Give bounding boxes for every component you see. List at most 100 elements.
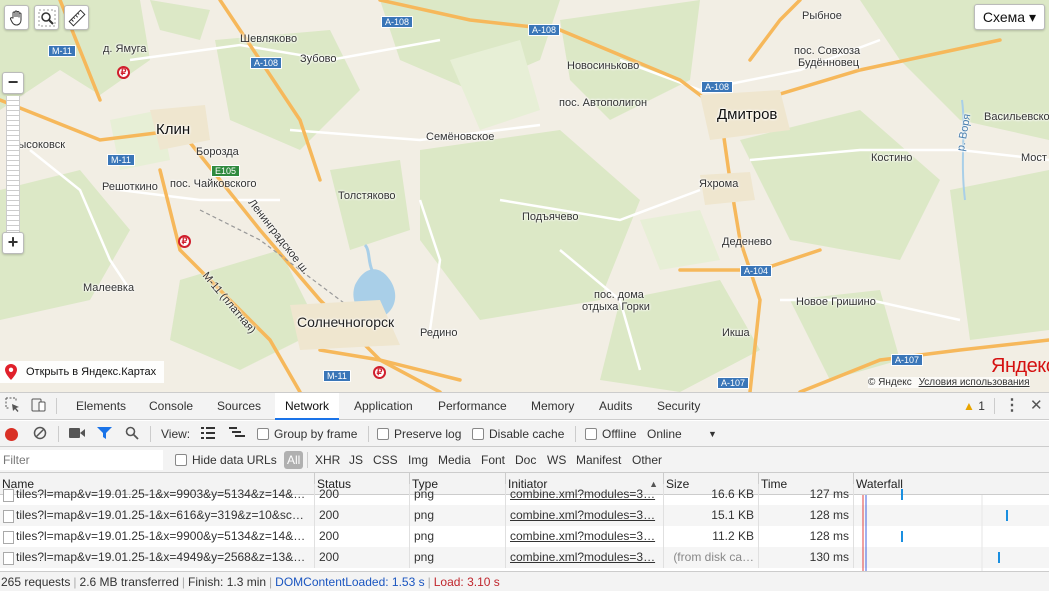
cell-status: 200: [315, 547, 410, 568]
place-avtopoligon: пос. Автополигон: [559, 97, 648, 109]
warnings-count: 1: [978, 399, 985, 413]
group-by-frame-checkbox[interactable]: Group by frame: [257, 421, 357, 447]
cell-size: 16.6 KB: [664, 484, 759, 505]
ruler-icon: [68, 9, 85, 26]
place-novosinkovo: Новосиньково: [567, 60, 640, 72]
divider: [56, 398, 57, 414]
place-sovkhoz: пос. Совхоза: [794, 45, 861, 57]
open-in-yandex-maps-link[interactable]: Открыть в Яндекс.Картах: [0, 361, 165, 383]
map-type-dropdown[interactable]: Схема ▾: [973, 4, 1045, 30]
drag-hand-button[interactable]: [4, 5, 29, 30]
filter-toggle-button[interactable]: [97, 421, 112, 447]
place-klin: Клин: [156, 121, 191, 138]
tab-audits[interactable]: Audits: [599, 393, 632, 420]
clear-icon: [33, 426, 47, 440]
yandex-map[interactable]: Клин Дмитров Солнечногорск Шевляково Зуб…: [0, 0, 1049, 392]
tab-network[interactable]: Network: [275, 393, 340, 420]
tab-memory[interactable]: Memory: [531, 393, 574, 420]
cell-initiator[interactable]: combine.xml?modules=3…: [506, 526, 664, 547]
record-icon[interactable]: [5, 428, 18, 441]
waterfall-view-icon: [229, 427, 245, 437]
domcontentloaded-time: DOMContentLoaded: 1.53 s: [275, 575, 425, 589]
group-by-frame-label: Group by frame: [274, 427, 358, 441]
clear-button[interactable]: [33, 421, 47, 447]
disable-cache-checkbox[interactable]: Disable cache: [472, 421, 564, 447]
throttling-select[interactable]: Online ▼: [647, 421, 719, 447]
filter-type-xhr[interactable]: XHR: [315, 451, 340, 469]
zoom-in-button[interactable]: +: [2, 232, 24, 254]
tab-elements[interactable]: Elements: [76, 393, 126, 420]
filter-type-css[interactable]: CSS: [373, 451, 398, 469]
divider: [575, 426, 576, 442]
toll-icon: ₽: [117, 66, 130, 79]
filter-input[interactable]: [0, 450, 163, 470]
device-mode-icon: [31, 398, 46, 412]
filter-type-media[interactable]: Media: [438, 451, 471, 469]
requests-count: 265 requests: [1, 575, 71, 589]
overview-button[interactable]: [229, 421, 245, 447]
magnifier-icon: [38, 9, 55, 26]
zoom-slider[interactable]: [6, 96, 20, 232]
tab-sources[interactable]: Sources: [217, 393, 261, 420]
cell-initiator[interactable]: combine.xml?modules=3…: [506, 505, 664, 526]
tab-application[interactable]: Application: [354, 393, 413, 420]
hide-data-urls-checkbox[interactable]: Hide data URLs: [175, 447, 277, 473]
close-devtools-icon[interactable]: ✕: [1030, 393, 1043, 419]
filter-type-other[interactable]: Other: [632, 451, 662, 469]
offline-checkbox[interactable]: Offline: [585, 421, 636, 447]
ruler-button[interactable]: [64, 5, 89, 30]
table-row[interactable]: tiles?l=map&v=19.01.25-1&x=9900&y=5134&z…: [0, 526, 1049, 547]
hand-icon: [9, 10, 21, 26]
filter-type-manifest[interactable]: Manifest: [576, 451, 621, 469]
network-filter-bar: Hide data URLs All XHR JS CSS Img Media …: [0, 447, 1049, 473]
filter-type-js[interactable]: JS: [349, 451, 363, 469]
filter-type-font[interactable]: Font: [481, 451, 505, 469]
cell-name: tiles?l=map&v=19.01.25-1&x=616&y=319&z=1…: [0, 505, 315, 526]
road-shield-e105: E105: [211, 165, 241, 177]
inspect-icon: [5, 397, 19, 412]
filter-type-img[interactable]: Img: [408, 451, 428, 469]
road-shield-a107: А-107: [717, 377, 750, 389]
filter-type-doc[interactable]: Doc: [515, 451, 536, 469]
terms-of-use-link[interactable]: Условия использования: [919, 377, 1030, 388]
cell-name: tiles?l=map&v=19.01.25-1&x=9900&y=5134&z…: [0, 526, 315, 547]
network-requests-table: Name Status Type Initiator ▲ Size Time W…: [0, 473, 1049, 571]
zoom-area-button[interactable]: [34, 5, 59, 30]
preserve-log-checkbox[interactable]: Preserve log: [377, 421, 461, 447]
capture-screenshots-button[interactable]: [69, 421, 85, 447]
cell-time: 128 ms: [759, 505, 854, 526]
checkbox: [585, 428, 597, 440]
filter-type-ws[interactable]: WS: [547, 451, 566, 469]
yandex-logo: Яндекс: [991, 355, 1049, 377]
divider: [58, 426, 59, 442]
filter-type-all[interactable]: All: [284, 451, 304, 469]
tab-security[interactable]: Security: [657, 393, 700, 420]
divider: [994, 398, 995, 414]
tab-console[interactable]: Console: [149, 393, 193, 420]
cell-type: png: [410, 484, 506, 505]
checkbox: [472, 428, 484, 440]
disable-cache-label: Disable cache: [489, 427, 565, 441]
device-toolbar-button[interactable]: [31, 397, 47, 415]
more-options-icon[interactable]: ⋮: [1004, 393, 1020, 419]
road-shield-a107: А-107: [891, 354, 924, 366]
table-row[interactable]: tiles?l=map&v=19.01.25-1&x=9903&y=5134&z…: [0, 484, 1049, 505]
zoom-out-button[interactable]: −: [2, 72, 24, 94]
search-button[interactable]: [125, 421, 139, 447]
cell-initiator[interactable]: combine.xml?modules=3…: [506, 547, 664, 568]
cell-status: 200: [315, 484, 410, 505]
toll-icon: ₽: [373, 366, 386, 379]
cell-type: png: [410, 547, 506, 568]
warnings-indicator[interactable]: ▲ 1: [963, 393, 985, 419]
place-dmitrov: Дмитров: [717, 106, 778, 123]
place-vasilevskoe: Васильевско: [984, 111, 1049, 123]
large-rows-button[interactable]: [201, 421, 215, 447]
cell-initiator[interactable]: combine.xml?modules=3…: [506, 484, 664, 505]
tab-performance[interactable]: Performance: [438, 393, 507, 420]
table-row[interactable]: tiles?l=map&v=19.01.25-1&x=616&y=319&z=1…: [0, 505, 1049, 526]
inspect-element-button[interactable]: [5, 397, 21, 415]
load-time: Load: 3.10 s: [433, 575, 500, 589]
zoom-control[interactable]: − +: [2, 72, 24, 256]
place-tolstyakovo: Толстяково: [338, 190, 396, 202]
table-row[interactable]: tiles?l=map&v=19.01.25-1&x=4949&y=2568&z…: [0, 547, 1049, 568]
